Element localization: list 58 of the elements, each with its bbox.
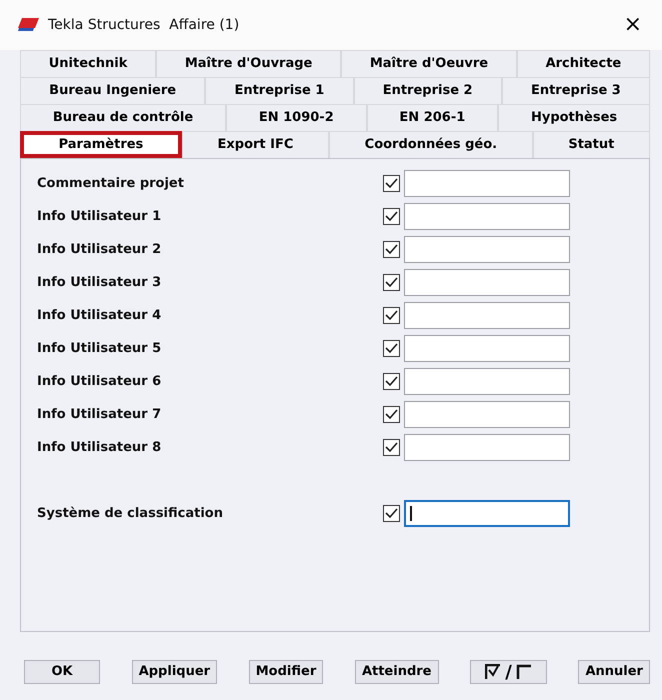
tab[interactable]: Maître d'Ouvrage <box>156 50 342 77</box>
field-label: Info Utilisateur 1 <box>37 208 162 226</box>
input-field[interactable] <box>404 236 570 263</box>
field-label: Système de classification <box>37 504 224 523</box>
dialog-button[interactable]: Atteindre <box>354 660 438 684</box>
tab[interactable]: Hypothèses <box>498 104 650 131</box>
input-field[interactable] <box>404 335 570 362</box>
close-button[interactable]: × <box>618 14 648 36</box>
tab[interactable]: Unitechnik <box>20 50 156 77</box>
checkbox[interactable] <box>383 373 400 390</box>
input-field[interactable] <box>404 401 570 428</box>
tab[interactable]: Bureau de contrôle <box>20 104 226 131</box>
input-field[interactable] <box>404 170 570 197</box>
dialog-button[interactable]: OK <box>24 660 100 684</box>
dialog-button[interactable]: Modifier <box>248 660 324 684</box>
checkbox[interactable] <box>383 340 400 357</box>
tab[interactable]: Statut <box>532 131 650 158</box>
field-label: Info Utilisateur 8 <box>37 438 162 457</box>
unchecked-corner-icon <box>516 664 532 680</box>
field-label: Info Utilisateur 4 <box>37 306 162 325</box>
window-title: Tekla Structures Affaire (1) <box>48 16 240 34</box>
tab[interactable]: EN 206-1 <box>366 104 498 131</box>
tab[interactable]: Entreprise 2 <box>354 77 502 104</box>
input-field[interactable] <box>404 434 570 461</box>
tab[interactable]: Entreprise 1 <box>205 77 354 104</box>
dialog-button[interactable]: Annuler <box>578 660 650 684</box>
tab[interactable]: Bureau Ingeniere <box>20 77 206 104</box>
checkbox[interactable] <box>383 505 400 522</box>
checkbox[interactable] <box>383 274 400 291</box>
input-field[interactable] <box>404 269 570 296</box>
app-logo-icon <box>18 17 40 33</box>
tab[interactable]: Entreprise 3 <box>502 77 650 104</box>
checked-corner-icon <box>485 664 502 680</box>
tab[interactable]: Paramètres <box>20 131 182 158</box>
field-label: Info Utilisateur 7 <box>37 406 162 424</box>
field-label: Info Utilisateur 3 <box>37 274 162 292</box>
input-field[interactable] <box>404 302 570 329</box>
field-label: Info Utilisateur 5 <box>37 340 162 358</box>
input-field[interactable] <box>404 500 570 527</box>
checkbox[interactable] <box>383 208 400 225</box>
checkbox[interactable] <box>383 406 400 423</box>
tab[interactable]: Maître d'Oeuvre <box>341 50 517 77</box>
checkbox[interactable] <box>383 307 400 324</box>
field-label: Commentaire projet <box>37 174 185 193</box>
field-label: Info Utilisateur 6 <box>37 372 162 391</box>
tab[interactable]: Export IFC <box>182 131 330 158</box>
dialog-button[interactable]: Appliquer <box>132 660 218 684</box>
select-all-button[interactable]: / <box>470 660 547 684</box>
checkbox[interactable] <box>383 439 400 456</box>
tab[interactable]: Architecte <box>516 50 650 77</box>
field-label: Info Utilisateur 2 <box>37 240 162 259</box>
checkbox[interactable] <box>383 241 400 258</box>
tab[interactable]: EN 1090-2 <box>226 104 367 131</box>
input-field[interactable] <box>404 368 570 395</box>
input-field[interactable] <box>404 203 570 230</box>
checkbox[interactable] <box>383 175 400 192</box>
tab[interactable]: Coordonnées géo. <box>329 131 533 158</box>
text-cursor <box>410 506 412 521</box>
